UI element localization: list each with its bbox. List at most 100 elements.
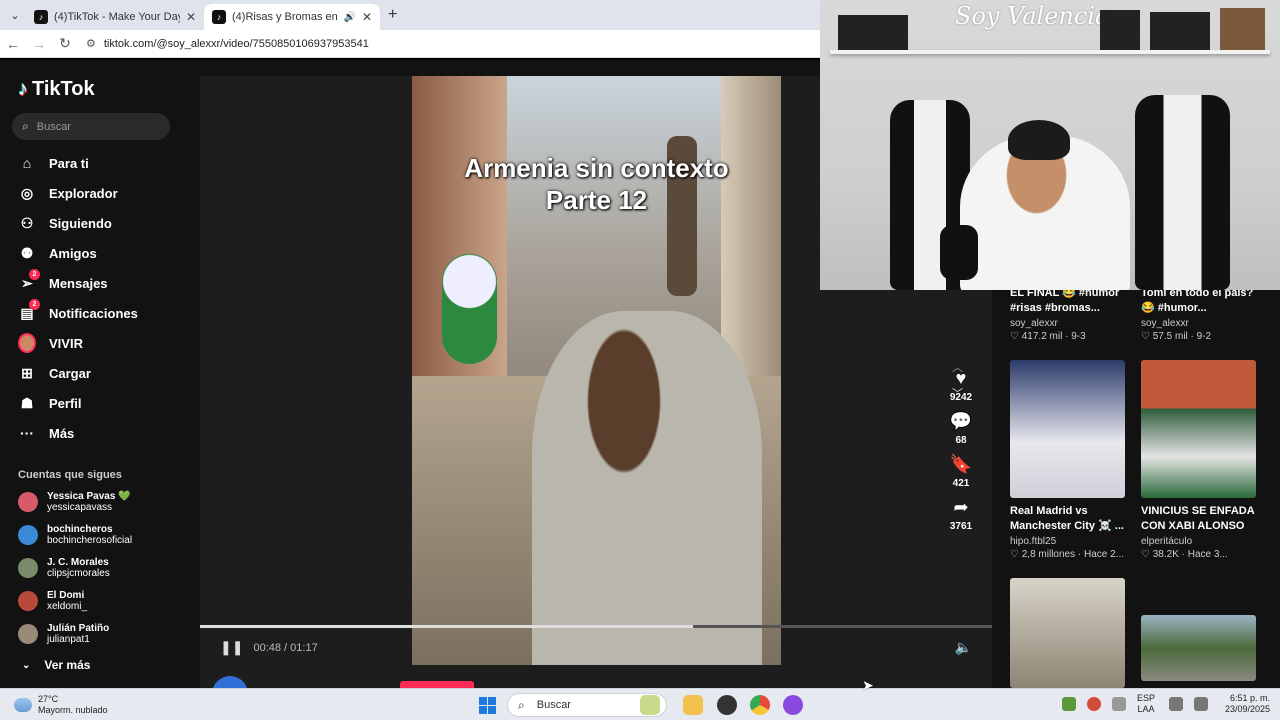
weather-desc: Mayorm. nublado xyxy=(38,705,108,715)
share-button[interactable]: ➦ 3761 xyxy=(945,495,977,532)
tiktok-logo[interactable]: ♪ TikTok xyxy=(18,78,95,101)
app-icon[interactable] xyxy=(783,695,803,715)
video-progress-bar[interactable] xyxy=(200,625,992,628)
new-tab-button[interactable]: + xyxy=(388,6,397,24)
following-item[interactable]: J. C. Morales clipsjcmorales xyxy=(18,554,110,582)
search-icon: ⌕ xyxy=(518,697,525,712)
card-user: elperitáculo xyxy=(1141,536,1193,547)
chrome-icon[interactable] xyxy=(750,695,770,715)
card-thumbnail xyxy=(1010,578,1125,688)
like-count: 9242 xyxy=(949,392,973,403)
weather-widget[interactable]: 27°C Mayorm. nublado xyxy=(14,694,108,716)
url-text: tiktok.com/@soy_alexxr/video/75508501069… xyxy=(103,37,369,50)
search-placeholder: Buscar xyxy=(36,120,71,133)
tab-close-icon[interactable]: ✕ xyxy=(186,10,196,24)
bookmark-icon: 🔖 xyxy=(949,454,973,474)
browser-tab-tiktok[interactable]: ♪ (4)TikTok - Make Your Day ✕ xyxy=(26,4,204,30)
sidebar-item-perfil[interactable]: ☗ Perfil xyxy=(18,393,82,413)
following-name: El Domi xyxy=(47,590,85,601)
sidebar-item-mensajes[interactable]: ➢ 2 Mensajes xyxy=(18,269,108,293)
follow-button[interactable] xyxy=(400,681,474,688)
url-field[interactable]: ⚙ tiktok.com/@soy_alexxr/video/755085010… xyxy=(86,37,369,51)
live-avatar-icon xyxy=(18,333,36,353)
back-button[interactable]: ← xyxy=(0,36,26,52)
volume-icon[interactable] xyxy=(1193,697,1208,711)
sidebar-item-explorador[interactable]: ◎ Explorador xyxy=(18,183,118,203)
following-handle: yessicapavass xyxy=(47,502,113,513)
tiktok-favicon-icon: ♪ xyxy=(212,10,226,24)
sidebar-item-label: Para ti xyxy=(49,155,89,171)
sidebar-item-notificaciones[interactable]: ▤ 2 Notificaciones xyxy=(18,299,138,323)
following-item[interactable]: Julián Patiño julianpat1 xyxy=(18,620,109,648)
video-card[interactable] xyxy=(1141,615,1261,681)
shelf-box xyxy=(1220,8,1265,50)
following-item[interactable]: bochincheros bochincherosoficial xyxy=(18,521,132,549)
sidebar-item-para-ti[interactable]: ⌂ Para ti xyxy=(18,153,89,173)
video-card[interactable]: VINICIUS SE ENFADA CON XABI ALONSO elper… xyxy=(1141,360,1261,560)
browser-tab-risas[interactable]: ♪ (4)Risas y Bromas en la Calle 🔊 ✕ xyxy=(204,4,380,30)
video-card[interactable]: EL FINAL 😂 #humor #risas #bromas... soy_… xyxy=(1010,290,1130,342)
video-frame-mascot xyxy=(442,254,497,364)
search-input[interactable]: ⌕ Buscar xyxy=(12,113,170,140)
save-button[interactable]: 🔖 421 xyxy=(945,452,977,489)
following-icon: ⚇ xyxy=(20,214,34,231)
comment-count: 68 xyxy=(955,435,967,446)
card-stats: ♡ 417.2 mil · 9-3 xyxy=(1010,331,1086,342)
video-card[interactable]: Real Madrid vs Manchester City ☠️ ... hi… xyxy=(1010,360,1130,560)
tiktok-logo-icon: ♪ xyxy=(18,78,28,100)
forward-button[interactable]: → xyxy=(26,36,52,52)
like-button[interactable]: ♥ 9242 xyxy=(945,366,977,403)
tab-search-chevron-icon[interactable]: ⌄ xyxy=(4,4,26,26)
author-bar[interactable]: soy_alexxr xyxy=(212,676,327,688)
sidebar-item-mas[interactable]: ··· Más xyxy=(18,423,74,443)
pause-icon[interactable]: ❚❚ xyxy=(220,639,243,656)
avatar xyxy=(18,591,38,611)
shelf-box xyxy=(1150,12,1210,50)
video-actions: ♥ 9242 💬 68 🔖 421 ➦ 3761 xyxy=(945,366,977,538)
streamer-hair xyxy=(1008,120,1070,160)
card-user: soy_alexxr xyxy=(1141,318,1189,329)
nvidia-icon[interactable] xyxy=(1061,697,1076,711)
audio-playing-icon[interactable]: 🔊 xyxy=(343,12,355,23)
comment-button[interactable]: 💬 68 xyxy=(945,409,977,446)
sidebar-item-siguiendo[interactable]: ⚇ Siguiendo xyxy=(18,213,112,233)
network-icon[interactable] xyxy=(1168,697,1183,711)
site-info-icon[interactable]: ⚙ xyxy=(86,37,96,50)
clock[interactable]: 6:51 p. m. 23/09/2025 xyxy=(1225,693,1270,715)
browser-tab-bar: ⌄ ♪ (4)TikTok - Make Your Day ✕ ♪ (4)Ris… xyxy=(0,0,820,30)
video-player[interactable]: Armenia sin contexto Parte 12 xyxy=(412,76,781,665)
sidebar-item-amigos[interactable]: ⚉ Amigos xyxy=(18,243,97,263)
video-progress-fill xyxy=(200,625,694,628)
shelf-box xyxy=(1100,10,1140,50)
sidebar-item-vivir[interactable]: VIVIR xyxy=(18,333,83,353)
card-stats: ♡ 57.5 mil · 9-2 xyxy=(1141,331,1212,342)
tiktok-favicon-icon: ♪ xyxy=(34,10,48,24)
video-card[interactable] xyxy=(1010,578,1130,688)
card-title: VINICIUS SE ENFADA CON XABI ALONSO xyxy=(1141,505,1255,532)
microphone-icon[interactable] xyxy=(1111,697,1126,711)
shelf xyxy=(830,50,1270,54)
sidebar: ♪ TikTok ⌕ Buscar ⌂ Para ti ◎ Explorador… xyxy=(0,60,200,688)
shelf-box xyxy=(838,15,908,50)
file-explorer-icon[interactable] xyxy=(683,695,703,715)
sidebar-item-label: Más xyxy=(49,425,75,441)
obs-icon[interactable] xyxy=(717,695,737,715)
taskbar-widget-icon[interactable] xyxy=(640,695,660,715)
volume-icon[interactable]: 🔈 xyxy=(955,639,972,656)
start-button[interactable] xyxy=(479,697,496,714)
friends-icon: ⚉ xyxy=(20,244,34,261)
chevron-down-icon: ⌄ xyxy=(22,659,31,671)
see-more-button[interactable]: ⌄ Ver más xyxy=(22,658,90,672)
reload-button[interactable]: ↻ xyxy=(52,35,78,52)
sidebar-item-label: Notificaciones xyxy=(49,305,138,321)
sidebar-item-cargar[interactable]: ⊞ Cargar xyxy=(18,363,91,383)
card-title: Tomi en todo el país? 😂 #humor... xyxy=(1141,290,1254,314)
following-item[interactable]: El Domi xeldomi_ xyxy=(18,587,87,615)
notifications-badge: 2 xyxy=(29,299,40,310)
following-item[interactable]: Yessica Pavas 💚 yessicapavass xyxy=(18,488,131,516)
tab-close-icon[interactable]: ✕ xyxy=(362,10,372,24)
tray-app-icon[interactable] xyxy=(1086,697,1101,711)
video-card[interactable]: Tomi en todo el país? 😂 #humor... soy_al… xyxy=(1141,290,1261,342)
language-indicator[interactable]: ESP LAA xyxy=(1137,693,1155,715)
logo-text: TikTok xyxy=(32,78,95,100)
